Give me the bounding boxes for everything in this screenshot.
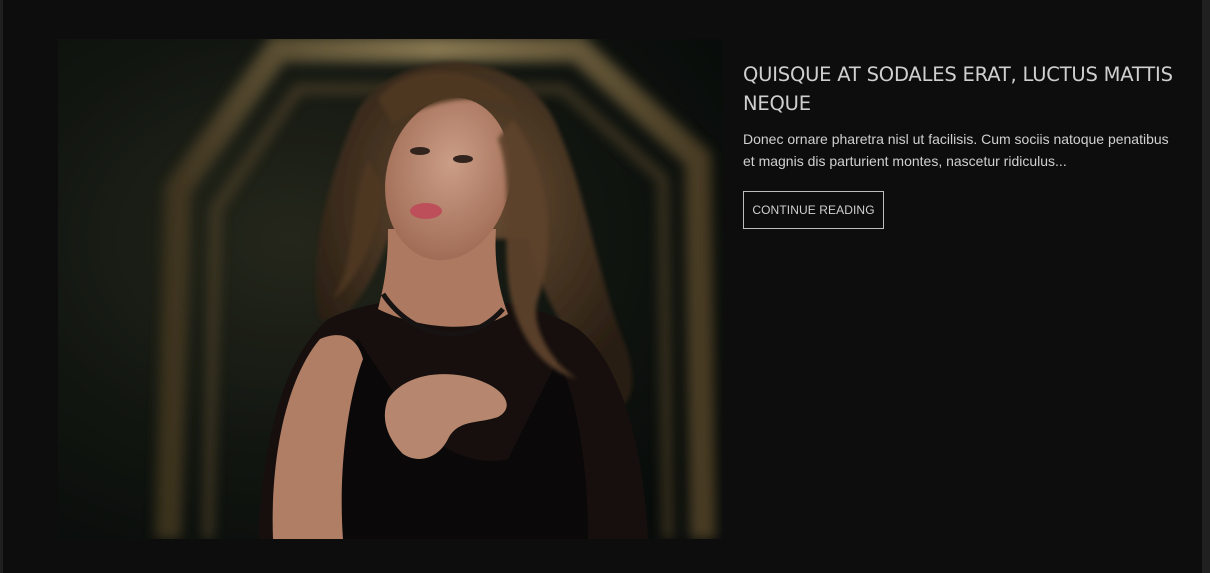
post-body: QUISQUE AT SODALES ERAT, LUCTUS MATTIS N… xyxy=(743,60,1175,172)
post-excerpt: Donec ornare pharetra nisl ut facilisis.… xyxy=(743,131,1169,169)
portrait-photo-icon xyxy=(58,39,723,539)
post-title[interactable]: QUISQUE AT SODALES ERAT, LUCTUS MATTIS N… xyxy=(743,60,1175,118)
continue-reading-button[interactable]: CONTINUE READING xyxy=(743,191,884,229)
post-featured-image[interactable] xyxy=(58,39,723,539)
blog-page: QUISQUE AT SODALES ERAT, LUCTUS MATTIS N… xyxy=(3,0,1202,573)
